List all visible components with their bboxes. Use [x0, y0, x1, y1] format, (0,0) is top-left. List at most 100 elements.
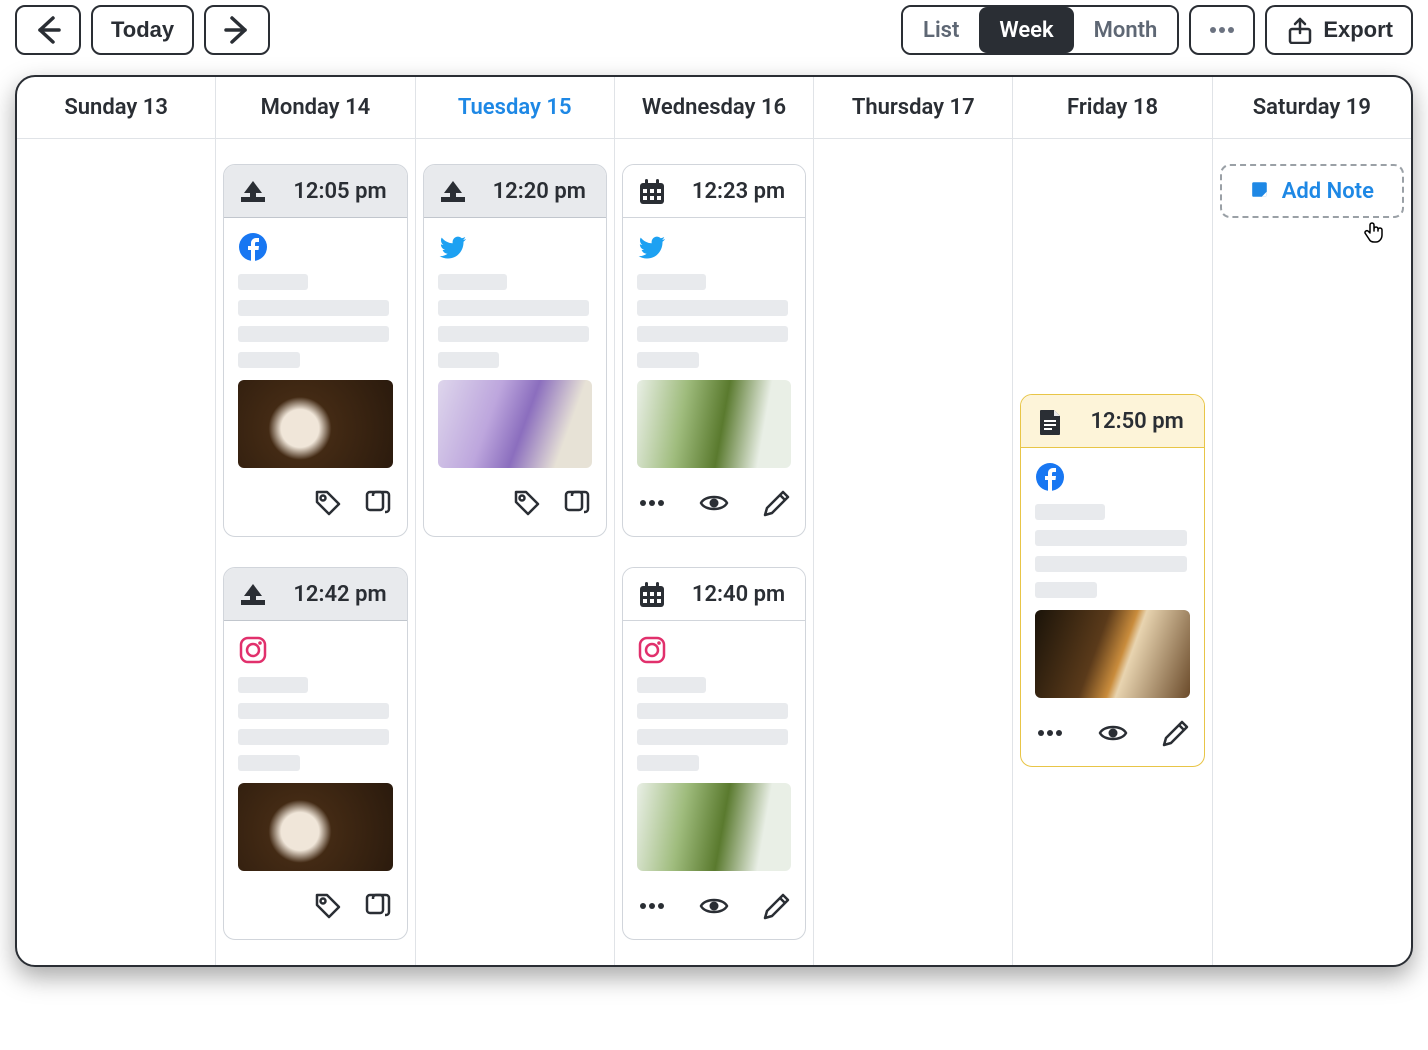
view-week[interactable]: Week: [979, 7, 1073, 53]
post-card[interactable]: 12:50 pm: [1020, 394, 1204, 767]
prev-week-button[interactable]: [15, 5, 81, 55]
next-week-button[interactable]: [204, 5, 270, 55]
today-button[interactable]: Today: [91, 5, 194, 55]
tag-icon: [512, 488, 542, 518]
post-text-placeholder: [238, 677, 392, 771]
dots-icon: [637, 891, 667, 921]
upload-icon: [438, 177, 466, 205]
day-header: Saturday 19: [1213, 77, 1411, 138]
edit-button[interactable]: [761, 488, 791, 522]
network-icon-wrapper: [438, 232, 592, 262]
copy-button[interactable]: [562, 488, 592, 522]
copy-button[interactable]: [363, 488, 393, 522]
card-actions: [224, 881, 406, 939]
card-time: 12:23 pm: [692, 179, 791, 204]
tag-button[interactable]: [313, 891, 343, 925]
upload-icon: [238, 580, 266, 608]
more-button[interactable]: [1189, 5, 1255, 55]
day-column-thursday[interactable]: [814, 139, 1013, 965]
calendar: Sunday 13 Monday 14 Tuesday 15 Wednesday…: [15, 75, 1413, 967]
post-card[interactable]: 12:42 pm: [223, 567, 407, 940]
day-column-friday[interactable]: 12:50 pm: [1013, 139, 1212, 965]
export-label: Export: [1323, 17, 1393, 43]
card-actions: [1021, 708, 1203, 766]
add-note-label: Add Note: [1282, 179, 1374, 204]
day-header: Tuesday 15: [416, 77, 615, 138]
more-button[interactable]: [637, 488, 667, 522]
network-icon-wrapper: [238, 635, 392, 665]
post-text-placeholder: [1035, 504, 1189, 598]
card-time: 12:20 pm: [493, 179, 592, 204]
toolbar: Today List Week Month Export: [0, 0, 1428, 75]
view-month[interactable]: Month: [1074, 7, 1178, 53]
post-card[interactable]: 12:20 pm: [423, 164, 607, 537]
pencil-icon: [1160, 718, 1190, 748]
pencil-icon: [761, 488, 791, 518]
network-icon-wrapper: [238, 232, 392, 262]
post-card[interactable]: 12:05 pm: [223, 164, 407, 537]
dots-icon: [637, 488, 667, 518]
arrow-left-icon: [33, 15, 63, 45]
tag-button[interactable]: [313, 488, 343, 522]
copy-icon: [562, 488, 592, 518]
card-header: 12:23 pm: [623, 165, 805, 218]
preview-button[interactable]: [699, 488, 729, 522]
preview-button[interactable]: [1098, 718, 1128, 752]
twitter-icon: [637, 232, 667, 262]
pencil-icon: [761, 891, 791, 921]
eye-icon: [1098, 718, 1128, 748]
copy-button[interactable]: [363, 891, 393, 925]
card-actions: [623, 881, 805, 939]
copy-icon: [363, 891, 393, 921]
more-button[interactable]: [1035, 718, 1065, 752]
share-icon: [1285, 16, 1313, 44]
edit-button[interactable]: [761, 891, 791, 925]
card-time: 12:40 pm: [692, 582, 791, 607]
day-column-sunday[interactable]: [17, 139, 216, 965]
calendar-header: Sunday 13 Monday 14 Tuesday 15 Wednesday…: [17, 77, 1411, 139]
copy-icon: [363, 488, 393, 518]
card-time: 12:42 pm: [293, 582, 392, 607]
card-actions: [424, 478, 606, 536]
card-header: 12:05 pm: [224, 165, 406, 218]
tag-icon: [313, 891, 343, 921]
dots-icon: [1035, 718, 1065, 748]
cursor-hand-icon: [1362, 218, 1384, 244]
card-time: 12:05 pm: [293, 179, 392, 204]
tag-button[interactable]: [512, 488, 542, 522]
post-card[interactable]: 12:40 pm: [622, 567, 806, 940]
view-toggle: List Week Month: [901, 5, 1179, 55]
eye-icon: [699, 891, 729, 921]
card-header: 12:20 pm: [424, 165, 606, 218]
day-column-saturday[interactable]: Add Note: [1213, 139, 1411, 965]
day-column-monday[interactable]: 12:05 pm 12:42 pm: [216, 139, 415, 965]
post-thumbnail: [1035, 610, 1189, 698]
post-text-placeholder: [637, 274, 791, 368]
calendar-body: 12:05 pm 12:42 pm: [17, 139, 1411, 965]
card-header: 12:50 pm: [1021, 395, 1203, 448]
post-card[interactable]: 12:23 pm: [622, 164, 806, 537]
eye-icon: [699, 488, 729, 518]
day-column-tuesday[interactable]: 12:20 pm: [416, 139, 615, 965]
post-thumbnail: [637, 783, 791, 871]
instagram-icon: [238, 635, 268, 665]
card-header: 12:42 pm: [224, 568, 406, 621]
more-button[interactable]: [637, 891, 667, 925]
card-actions: [623, 478, 805, 536]
network-icon-wrapper: [637, 635, 791, 665]
doc-icon: [1035, 407, 1063, 435]
post-text-placeholder: [637, 677, 791, 771]
edit-button[interactable]: [1160, 718, 1190, 752]
twitter-icon: [438, 232, 468, 262]
day-header: Sunday 13: [17, 77, 216, 138]
preview-button[interactable]: [699, 891, 729, 925]
post-thumbnail: [238, 783, 392, 871]
view-list[interactable]: List: [903, 7, 979, 53]
day-column-wednesday[interactable]: 12:23 pm 12:40 pm: [615, 139, 814, 965]
post-thumbnail: [438, 380, 592, 468]
add-note-button[interactable]: Add Note: [1220, 164, 1404, 218]
calendar-icon: [637, 580, 665, 608]
tag-icon: [313, 488, 343, 518]
export-button[interactable]: Export: [1265, 5, 1413, 55]
network-icon-wrapper: [637, 232, 791, 262]
